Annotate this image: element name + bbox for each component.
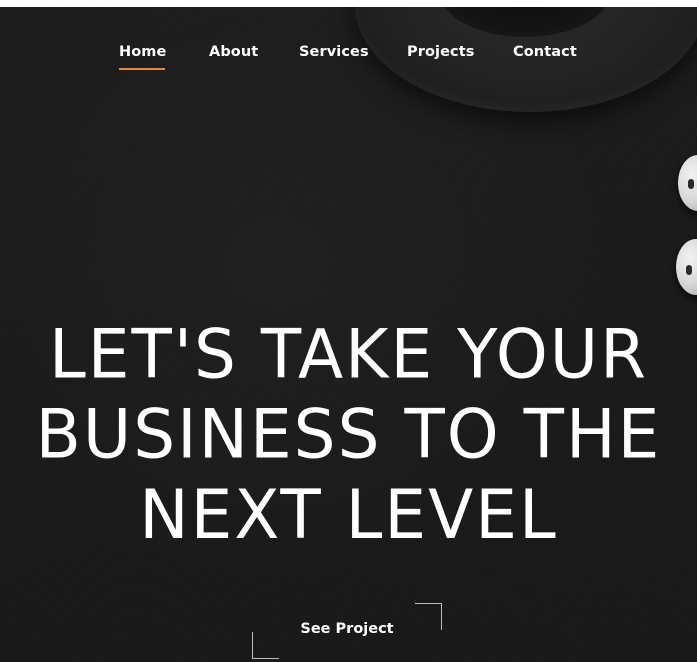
see-project-button[interactable]: See Project — [252, 603, 442, 659]
top-strip — [0, 0, 697, 7]
active-nav-underline — [119, 68, 165, 70]
page: Home About Services Projects Contact LET… — [0, 0, 697, 662]
nav-projects-link[interactable]: Projects — [407, 44, 475, 60]
nav-home-link[interactable]: Home — [119, 44, 166, 60]
main-navigation: Home About Services Projects Contact — [0, 44, 697, 74]
nav-contact-link[interactable]: Contact — [513, 44, 577, 60]
nav-services-link[interactable]: Services — [299, 44, 369, 60]
hero-headline-line: BUSINESS TO THE — [35, 394, 662, 475]
hero-headline: LET'S TAKE YOUR BUSINESS TO THE NEXT LEV… — [0, 314, 697, 555]
see-project-label: See Project — [300, 621, 394, 637]
hero-headline-line: NEXT LEVEL — [139, 475, 558, 555]
hero-headline-line: LET'S TAKE YOUR — [49, 314, 648, 394]
nav-about-link[interactable]: About — [209, 44, 258, 60]
